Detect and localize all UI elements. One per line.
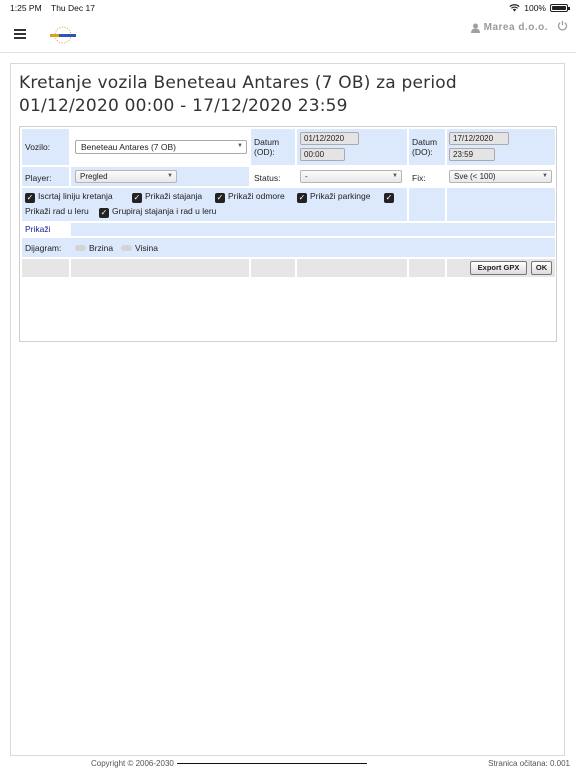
export-gpx-button[interactable]: Export GPX xyxy=(470,261,527,275)
datum-od-label: Datum (OD): xyxy=(254,137,280,157)
chevron-down-icon: ▼ xyxy=(237,143,243,149)
copyright-text: Copyright © 2006-2030 xyxy=(91,759,174,768)
checkbox-prikazi-rad-u-leru-box[interactable]: ✓ xyxy=(384,191,397,203)
fix-select[interactable]: Sve (< 100) ▼ xyxy=(449,170,552,183)
wifi-icon xyxy=(509,4,520,12)
checkbox-label: Prikaži parkinge xyxy=(310,191,371,201)
battery-icon xyxy=(550,4,570,12)
prikazi-empty-cell xyxy=(71,223,555,236)
battery-percent: 100% xyxy=(524,3,546,13)
radio-label: Brzina xyxy=(89,243,114,253)
checkbox-iscrtaj-liniju[interactable]: ✓ Iscrtaj liniju kretanja xyxy=(25,191,113,203)
page-load-time: Stranica očitana: 0.001 xyxy=(488,759,570,768)
route-filter-form: Vozilo: Beneteau Antares (7 OB) ▼ Datum … xyxy=(19,126,557,342)
player-select[interactable]: Pregled ▼ xyxy=(75,170,177,183)
vozilo-label: Vozilo: xyxy=(25,142,51,152)
checkbox-label: Prikaži stajanja xyxy=(145,191,203,201)
checkbox-checked-icon: ✓ xyxy=(132,193,142,203)
checkbox-prikazi-stajanja[interactable]: ✓ Prikaži stajanja xyxy=(132,191,202,203)
footer-cell-5 xyxy=(409,259,445,277)
menu-icon[interactable] xyxy=(14,29,26,39)
prikazi-link[interactable]: Prikaži xyxy=(25,224,51,234)
user-name: Marea d.o.o. xyxy=(483,22,548,33)
copyright: Copyright © 2006-2030 xyxy=(91,759,367,768)
checkbox-prikazi-parkinge[interactable]: ✓ Prikaži parkinge xyxy=(297,191,370,203)
app-header: Marea d.o.o. xyxy=(0,16,576,53)
user-icon xyxy=(470,23,480,33)
checkbox-checked-icon: ✓ xyxy=(297,193,307,203)
footer-cell-1 xyxy=(22,259,69,277)
checkbox-prikazi-odmore[interactable]: ✓ Prikaži odmore xyxy=(215,191,285,203)
radio-icon xyxy=(75,245,86,251)
datum-od-date-input[interactable]: 01/12/2020 xyxy=(300,132,359,145)
radio-visina[interactable]: Visina xyxy=(121,243,158,253)
checkbox-label: Prikaži rad u leru xyxy=(25,206,89,216)
radio-icon xyxy=(121,245,132,251)
status-right: 100% xyxy=(509,3,570,13)
datum-do-time-input[interactable]: 23:59 xyxy=(449,148,495,161)
status-select[interactable]: - ▼ xyxy=(300,170,402,183)
redacted-text xyxy=(176,763,367,764)
page-title: Kretanje vozila Beneteau Antares (7 OB) … xyxy=(19,73,457,116)
fix-select-value: Sve (< 100) xyxy=(454,172,496,181)
company-logo xyxy=(50,26,76,44)
checkbox-checked-icon: ✓ xyxy=(99,208,109,218)
checkbox-checked-icon: ✓ xyxy=(215,193,225,203)
player-label: Player: xyxy=(25,173,52,183)
page-footer: Copyright © 2006-2030 Stranica očitana: … xyxy=(0,757,576,768)
user-menu[interactable]: Marea d.o.o. xyxy=(470,22,548,33)
footer-cell-2 xyxy=(71,259,249,277)
options-empty-cell-2 xyxy=(447,188,555,221)
datum-do-date-input[interactable]: 17/12/2020 xyxy=(449,132,509,145)
radio-brzina[interactable]: Brzina xyxy=(75,243,113,253)
vozilo-select-value: Beneteau Antares (7 OB) xyxy=(81,142,176,152)
footer-cell-4 xyxy=(297,259,407,277)
radio-label: Visina xyxy=(135,243,158,253)
checkbox-checked-icon: ✓ xyxy=(384,193,394,203)
status-date: Thu Dec 17 xyxy=(51,3,95,13)
fix-label: Fix: xyxy=(412,173,426,183)
status-select-value: - xyxy=(305,172,308,181)
chevron-down-icon: ▼ xyxy=(167,173,173,179)
vozilo-select[interactable]: Beneteau Antares (7 OB) ▼ xyxy=(75,140,247,154)
status-time: 1:25 PM xyxy=(10,3,42,13)
checkbox-label: Iscrtaj liniju kretanja xyxy=(38,191,113,201)
datum-od-time-input[interactable]: 00:00 xyxy=(300,148,345,161)
status-bar: 1:25 PM Thu Dec 17 100% xyxy=(0,0,576,16)
content-panel: Kretanje vozila Beneteau Antares (7 OB) … xyxy=(10,63,565,756)
power-icon[interactable] xyxy=(557,20,568,31)
checkbox-prikazi-rad-u-leru[interactable]: Prikaži rad u leru xyxy=(25,206,89,216)
checkbox-grupiraj-stajanja[interactable]: ✓ Grupiraj stajanja i rad u leru xyxy=(99,206,216,218)
datum-do-label: Datum (DO): xyxy=(412,137,438,157)
checkbox-label: Prikaži odmore xyxy=(228,191,285,201)
status-label: Status: xyxy=(254,173,281,183)
chevron-down-icon: ▼ xyxy=(392,173,398,179)
checkbox-checked-icon: ✓ xyxy=(25,193,35,203)
options-empty-cell-1 xyxy=(409,188,445,221)
dijagram-label: Dijagram: xyxy=(25,243,62,253)
chevron-down-icon: ▼ xyxy=(542,173,548,179)
player-select-value: Pregled xyxy=(80,172,108,181)
ok-button[interactable]: OK xyxy=(531,261,552,275)
checkbox-label: Grupiraj stajanja i rad u leru xyxy=(112,206,217,216)
footer-cell-3 xyxy=(251,259,295,277)
